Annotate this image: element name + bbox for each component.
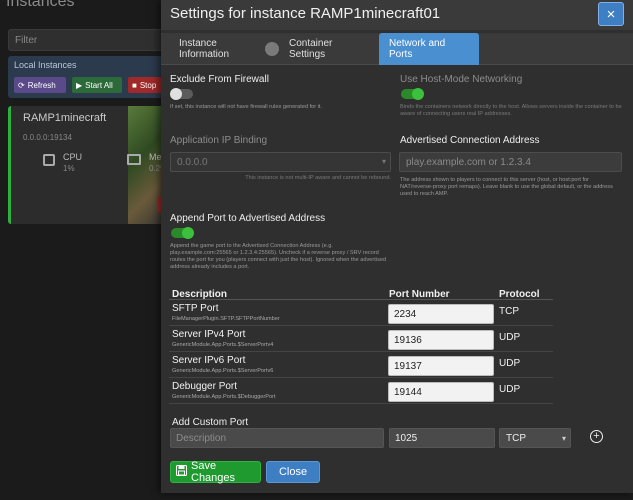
save-changes-button[interactable]: Save Changes: [170, 460, 261, 484]
app-ip-binding-label: Application IP Binding: [170, 135, 268, 146]
port-protocol: UDP: [499, 332, 521, 343]
custom-port-description-placeholder: Description: [176, 433, 227, 444]
instance-card[interactable]: RAMP1minecraft 0.0.0.0:19134 CPU 1% Mem …: [8, 106, 168, 224]
cpu-icon: [43, 154, 55, 166]
port-key: GenericModule.App.Ports.$DebuggerPort: [172, 394, 276, 400]
table-row: Debugger Port GenericModule.App.Ports.$D…: [169, 379, 553, 404]
tab-instance-information[interactable]: Instance Information: [169, 33, 279, 65]
port-name: Server IPv4 Port: [172, 329, 246, 340]
stop-label: Stop: [139, 80, 157, 90]
append-port-help: Append the game port to the Advertised C…: [170, 243, 387, 270]
save-icon: [176, 465, 187, 479]
host-mode-label: Use Host-Mode Networking: [400, 74, 523, 85]
advertised-address-help: The address shown to players to connect …: [400, 177, 613, 197]
chevron-down-icon: ▾: [561, 434, 566, 443]
add-port-icon[interactable]: +: [590, 430, 603, 443]
port-name: Debugger Port: [172, 381, 238, 392]
exclude-firewall-label: Exclude From Firewall: [170, 74, 269, 85]
port-key: GenericModule.App.Ports.$ServerPortv4: [172, 342, 274, 348]
start-all-button[interactable]: ▶ Start All: [72, 77, 122, 93]
close-label: Close: [278, 466, 308, 478]
toggle-knob: [182, 227, 194, 239]
tab-container-settings[interactable]: Container Settings: [279, 33, 379, 65]
stop-icon: ■: [132, 80, 137, 90]
instance-address: 0.0.0.0:19134: [23, 133, 72, 142]
port-protocol: TCP: [499, 306, 519, 317]
append-port-toggle[interactable]: [171, 227, 194, 239]
local-instances-title: Local Instances: [14, 60, 77, 70]
cpu-label: CPU: [63, 152, 83, 162]
settings-tabs: Instance Information Container Settings …: [161, 33, 633, 65]
close-icon: ×: [606, 5, 616, 23]
toggle-knob: [170, 88, 182, 100]
refresh-icon: ⟳: [18, 80, 25, 90]
table-row: Server IPv6 Port GenericModule.App.Ports…: [169, 353, 553, 378]
table-row: Server IPv4 Port GenericModule.App.Ports…: [169, 327, 553, 352]
tab-toggle-icon: [265, 42, 279, 56]
port-key: GenericModule.App.Ports.$ServerPortv6: [172, 368, 274, 374]
port-input[interactable]: 19137: [388, 356, 494, 376]
exclude-firewall-help: If set, this instance will not have fire…: [170, 104, 323, 110]
table-row: SFTP Port FileManagerPlugin.SFTP.SFTPPor…: [169, 301, 553, 326]
chevron-down-icon: ▾: [381, 157, 386, 166]
advertised-address-label: Advertised Connection Address: [400, 135, 540, 146]
close-icon-button[interactable]: ×: [598, 2, 624, 26]
advertised-address-input[interactable]: play.example.com or 1.2.3.4: [399, 152, 622, 172]
toggle-knob: [412, 88, 424, 100]
port-name: SFTP Port: [172, 303, 219, 314]
port-protocol: UDP: [499, 358, 521, 369]
app-ip-binding-select[interactable]: 0.0.0.0 ▾: [170, 152, 391, 172]
host-mode-help: Binds the containers network directly to…: [400, 104, 622, 117]
exclude-firewall-toggle[interactable]: [170, 88, 193, 100]
start-all-label: Start All: [85, 80, 113, 90]
port-input[interactable]: 19136: [388, 330, 494, 350]
instances-title: Instances: [6, 0, 75, 10]
save-changes-label: Save Changes: [191, 460, 236, 484]
app-ip-binding-value: 0.0.0.0: [177, 157, 208, 168]
port-name: Server IPv6 Port: [172, 355, 246, 366]
play-icon: ▶: [76, 80, 83, 90]
port-key: FileManagerPlugin.SFTP.SFTPPortNumber: [172, 316, 280, 322]
advertised-address-placeholder: play.example.com or 1.2.3.4: [406, 157, 531, 168]
app-ip-binding-help: This instance is not multi-IP aware and …: [245, 175, 391, 181]
refresh-label: Refresh: [27, 80, 56, 90]
host-mode-toggle[interactable]: [401, 88, 424, 100]
table-header-divider: [169, 299, 553, 300]
memory-icon: [127, 154, 141, 165]
local-instances-panel: Local Instances ⟳ Refresh ▶ Start All ■ …: [8, 56, 168, 98]
append-port-label: Append Port to Advertised Address: [170, 213, 326, 224]
modal-header: Settings for instance RAMP1minecraft01 ×: [161, 0, 633, 30]
tab-network-and-ports[interactable]: Network and Ports: [379, 33, 479, 65]
refresh-button[interactable]: ⟳ Refresh: [14, 77, 66, 93]
modal-title: Settings for instance RAMP1minecraft01: [170, 5, 441, 22]
port-protocol: UDP: [499, 384, 521, 395]
close-button[interactable]: Close: [266, 461, 320, 483]
custom-port-protocol-value: TCP: [506, 433, 526, 444]
custom-port-description-input[interactable]: Description: [170, 428, 384, 448]
custom-port-protocol-select[interactable]: TCP ▾: [499, 428, 571, 448]
filter-input[interactable]: Filter: [8, 29, 168, 51]
port-input[interactable]: 2234: [388, 304, 494, 324]
add-custom-port-label: Add Custom Port: [172, 417, 249, 428]
cpu-value: 1%: [63, 164, 75, 173]
instance-name: RAMP1minecraft: [23, 112, 107, 124]
custom-port-number-input[interactable]: 1025: [389, 428, 495, 448]
port-input[interactable]: 19144: [388, 382, 494, 402]
